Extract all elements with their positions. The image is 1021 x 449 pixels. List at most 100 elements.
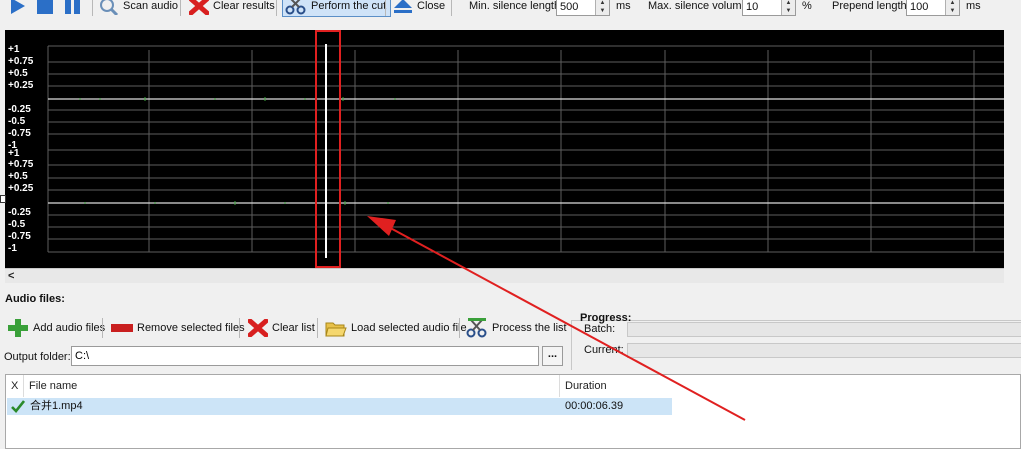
- ch2-label-minus05: -0.5: [8, 219, 26, 230]
- column-separator: [23, 375, 24, 397]
- ch2-label-plus05: +0.5: [8, 171, 28, 182]
- toolbar-separator: [459, 318, 460, 338]
- spin-up-icon[interactable]: ▲: [596, 0, 609, 7]
- add-audio-files-button[interactable]: Add audio files: [7, 317, 105, 339]
- remove-selected-files-label: Remove selected files: [137, 322, 245, 334]
- progress-group: Progress: Batch: Current:: [571, 312, 1021, 370]
- stop-icon: [37, 0, 53, 14]
- ch2-label-plus075: +0.75: [8, 159, 34, 170]
- ch2-label-plus1: +1: [8, 148, 20, 159]
- batch-progress-bar: [627, 322, 1021, 337]
- browse-folder-button[interactable]: ...: [542, 346, 563, 366]
- waveform-horizontal-scrollbar[interactable]: <: [5, 268, 1004, 283]
- spin-down-icon[interactable]: ▼: [946, 7, 959, 15]
- process-list-label: Process the list: [492, 322, 567, 334]
- ch1-label-plus05: +0.5: [8, 68, 28, 79]
- play-icon: [11, 0, 25, 14]
- ch1-label-minus025: -0.25: [8, 104, 31, 115]
- process-list-button[interactable]: Process the list: [466, 317, 567, 339]
- scan-audio-label: Scan audio: [123, 0, 179, 12]
- scan-audio-button[interactable]: Scan audio: [99, 0, 178, 18]
- audio-files-heading: Audio files:: [5, 293, 65, 305]
- stop-button[interactable]: [36, 0, 54, 18]
- prepend-spin-arrows[interactable]: ▲ ▼: [945, 0, 959, 15]
- audio-file-table: X File name Duration 合并1.mp4 00:00:06.39: [5, 374, 1021, 449]
- column-header-duration[interactable]: Duration: [565, 375, 607, 397]
- output-folder-label: Output folder:: [4, 351, 71, 363]
- add-plus-icon: [8, 319, 28, 337]
- min-silence-label: Min. silence length:: [469, 0, 564, 12]
- audio-files-toolbar: Add audio files Remove selected files Cl…: [0, 314, 570, 340]
- ch1-label-plus025: +0.25: [8, 80, 34, 91]
- pause-button[interactable]: [64, 0, 82, 18]
- close-label: Close: [417, 0, 446, 12]
- prepend-length-unit: ms: [966, 0, 981, 12]
- waveform-grid: [47, 44, 1004, 258]
- toolbar-separator: [317, 318, 318, 338]
- ch2-label-minus1: -1: [8, 243, 17, 254]
- clear-results-button[interactable]: Clear results: [189, 0, 275, 18]
- ch1-label-plus1: +1: [8, 44, 20, 55]
- spin-up-icon[interactable]: ▲: [782, 0, 795, 7]
- checkmark-icon: [11, 400, 25, 413]
- toolbar-separator: [276, 0, 277, 16]
- scissors-icon: [285, 0, 306, 15]
- waveform-display[interactable]: +1 +0.75 +0.5 +0.25 -0.25 -0.5 -0.75 -1 …: [5, 30, 1004, 268]
- folder-open-icon: [325, 322, 347, 337]
- current-progress-bar: [627, 343, 1021, 358]
- clear-red-x-icon: [248, 319, 268, 337]
- ch2-label-minus075: -0.75: [8, 231, 31, 242]
- ch2-label-minus025: -0.25: [8, 207, 31, 218]
- toolbar-separator: [239, 318, 240, 338]
- remove-selected-files-button[interactable]: Remove selected files: [111, 317, 245, 339]
- close-button[interactable]: Close: [393, 0, 445, 18]
- toolbar-separator: [180, 0, 181, 16]
- main-toolbar: Scan audio Clear results Perform the cut…: [0, 0, 1021, 22]
- min-silence-unit: ms: [616, 0, 631, 12]
- ch1-label-minus05: -0.5: [8, 116, 26, 127]
- toolbar-separator: [451, 0, 452, 16]
- scroll-left-arrow-icon[interactable]: <: [8, 269, 14, 284]
- column-separator: [559, 375, 560, 397]
- row-file-name: 合并1.mp4: [30, 400, 83, 412]
- remove-minus-icon: [111, 324, 133, 332]
- min-silence-spin-arrows[interactable]: ▲ ▼: [595, 0, 609, 15]
- close-eject-icon: [394, 0, 412, 13]
- table-row[interactable]: 合并1.mp4 00:00:06.39: [7, 398, 672, 415]
- ch2-label-plus025: +0.25: [8, 183, 34, 194]
- scan-audio-icon: [100, 0, 119, 15]
- load-selected-audio-button[interactable]: Load selected audio file: [325, 317, 467, 339]
- prepend-length-spinbox[interactable]: ▲▼: [906, 0, 960, 16]
- column-header-x[interactable]: X: [11, 375, 18, 397]
- ch1-label-minus075: -0.75: [8, 128, 31, 139]
- max-volume-spinbox[interactable]: ▲▼: [742, 0, 796, 16]
- toolbar-separator: [92, 0, 93, 16]
- perform-cut-button[interactable]: Perform the cut: [282, 0, 392, 17]
- column-header-file-name[interactable]: File name: [29, 375, 77, 397]
- clear-list-label: Clear list: [272, 322, 315, 334]
- waveform-left-marker: [0, 195, 6, 203]
- max-volume-unit: %: [802, 0, 812, 12]
- ch1-label-plus075: +0.75: [8, 56, 34, 67]
- output-folder-field[interactable]: [71, 346, 539, 366]
- play-button[interactable]: [8, 0, 26, 18]
- spin-down-icon[interactable]: ▼: [782, 7, 795, 15]
- toolbar-separator: [385, 0, 386, 16]
- spin-down-icon[interactable]: ▼: [596, 7, 609, 15]
- toolbar-separator: [102, 318, 103, 338]
- spin-up-icon[interactable]: ▲: [946, 0, 959, 7]
- perform-cut-label: Perform the cut: [311, 0, 387, 12]
- prepend-length-label: Prepend length:: [832, 0, 910, 12]
- output-folder-input[interactable]: [72, 347, 538, 365]
- add-audio-files-label: Add audio files: [33, 322, 106, 334]
- current-label: Current:: [584, 344, 624, 356]
- row-duration: 00:00:06.39: [565, 400, 624, 412]
- max-volume-label: Max. silence volume:: [648, 0, 751, 12]
- pause-icon: [65, 0, 80, 14]
- min-silence-spinbox[interactable]: ▲▼: [556, 0, 610, 16]
- clear-list-button[interactable]: Clear list: [248, 317, 315, 339]
- process-scissors-icon: [466, 318, 487, 338]
- clear-results-label: Clear results: [213, 0, 275, 12]
- max-volume-spin-arrows[interactable]: ▲ ▼: [781, 0, 795, 15]
- batch-label: Batch:: [584, 323, 616, 335]
